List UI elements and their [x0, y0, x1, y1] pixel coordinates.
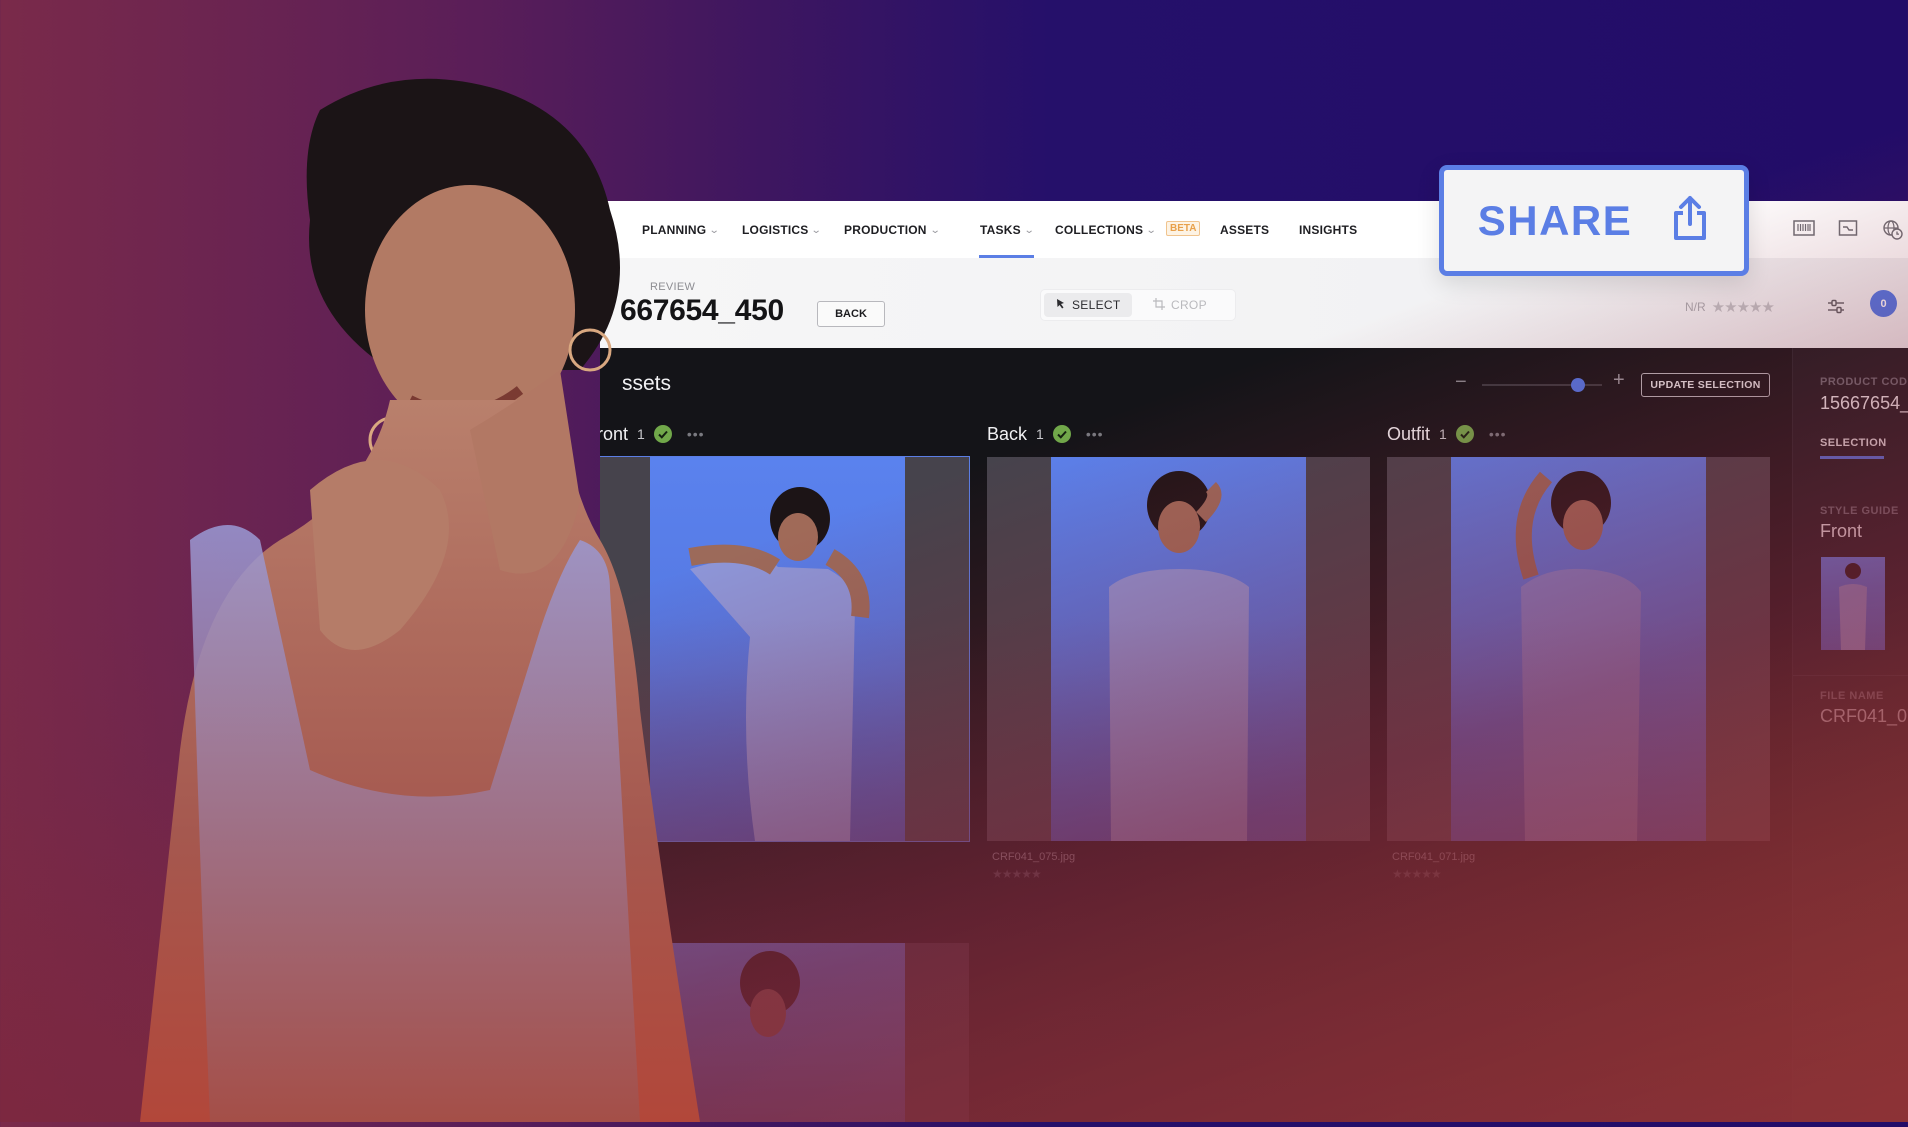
crop-mode-label: CROP	[1171, 298, 1207, 312]
select-mode-button[interactable]: SELECT	[1044, 293, 1133, 317]
file-star-rating[interactable]: ★★★★★	[987, 867, 1370, 881]
style-guide-value: Front	[1820, 521, 1863, 541]
crop-mode-button[interactable]: CROP	[1141, 293, 1219, 317]
nav-production[interactable]: PRODUCTION ⌄	[844, 223, 941, 237]
style-guide-label: STYLE GUIDE	[1820, 505, 1899, 517]
beta-badge: BETA	[1166, 221, 1201, 236]
column-name: Outfit	[1387, 423, 1431, 444]
asset-thumbnail[interactable]	[1387, 457, 1770, 841]
share-label: SHARE	[1477, 196, 1633, 244]
product-code-value: 15667654_	[1820, 393, 1908, 413]
app-window: PLANNING ⌄ LOGISTICS ⌄ PRODUCTION ⌄ TASKS ⌄ …	[600, 201, 1908, 1122]
zoom-out-button[interactable]: −	[1455, 371, 1467, 394]
barcode-icon[interactable]	[1793, 219, 1815, 239]
zoom-slider[interactable]	[1482, 378, 1602, 392]
chevron-down-icon: ⌄	[1023, 224, 1035, 236]
cursor-icon	[1056, 298, 1066, 312]
nav-label: TASKS	[980, 223, 1021, 237]
file-name-value: CRF041_07	[1820, 706, 1908, 726]
nav-label: ASSETS	[1220, 223, 1270, 237]
file-star-rating[interactable]: ★★★★★	[1387, 867, 1770, 881]
model-photo	[1451, 457, 1706, 841]
nav-label: INSIGHTS	[1299, 223, 1358, 237]
file-name: CRF041_075.jpg	[992, 851, 1076, 863]
divider	[1793, 675, 1908, 676]
nav-collections[interactable]: COLLECTIONS ⌄	[1055, 223, 1158, 237]
shipping-label-icon[interactable]	[1838, 219, 1860, 239]
model-photo	[1051, 457, 1306, 841]
nav-label: COLLECTIONS	[1055, 223, 1144, 237]
active-tab-indicator	[1820, 456, 1884, 459]
select-mode-label: SELECT	[1072, 298, 1121, 312]
crop-icon	[1153, 297, 1165, 313]
column-name: Back	[987, 423, 1028, 444]
update-selection-button[interactable]: UPDATE SELECTION	[1641, 373, 1770, 397]
hero-model-image	[140, 70, 780, 1122]
file-name: CRF041_071.jpg	[1392, 851, 1476, 863]
zoom-in-button[interactable]: +	[1613, 369, 1625, 392]
nav-tasks[interactable]: TASKS ⌄	[980, 223, 1035, 237]
zoom-slider-handle[interactable]	[1571, 378, 1585, 392]
approved-check-icon	[1455, 425, 1474, 443]
product-code-label: PRODUCT CODE	[1820, 376, 1908, 388]
share-upload-icon	[1670, 195, 1710, 246]
more-options-icon[interactable]: •••	[1489, 426, 1507, 442]
rating-label: N/R	[1685, 300, 1706, 314]
share-button[interactable]: SHARE	[1439, 165, 1749, 276]
chevron-down-icon: ⌄	[811, 224, 823, 236]
asset-thumbnail[interactable]	[987, 457, 1370, 841]
approved-check-icon	[1052, 425, 1071, 443]
column-count: 1	[1036, 426, 1044, 442]
style-guide-thumbnail[interactable]	[1821, 557, 1885, 650]
back-button[interactable]: BACK	[817, 301, 885, 327]
nav-label: PRODUCTION	[844, 223, 927, 237]
chevron-down-icon: ⌄	[929, 224, 941, 236]
nav-assets[interactable]: ASSETS	[1220, 223, 1269, 237]
mode-toggle: SELECT CROP	[1040, 289, 1236, 321]
more-options-icon[interactable]: •••	[1086, 426, 1104, 442]
asset-column-outfit: Outfit 1 ••• CRF041_071.jpg ★★★★★	[1387, 422, 1770, 881]
rating-widget[interactable]: N/R ★★★★★	[1685, 298, 1775, 316]
star-rating[interactable]: ★★★★★	[1712, 298, 1775, 316]
globe-clock-icon[interactable]	[1882, 219, 1904, 240]
sliders-icon[interactable]	[1825, 296, 1847, 318]
asset-column-back: Back 1 ••• CRF041_075.jpg ★★★★★	[987, 422, 1370, 881]
nav-insights[interactable]: INSIGHTS	[1299, 223, 1357, 237]
column-count: 1	[1439, 426, 1447, 442]
selection-count-badge[interactable]: 0	[1870, 290, 1897, 317]
tab-selection[interactable]: SELECTION	[1820, 437, 1887, 449]
details-panel: PRODUCT CODE 15667654_ SELECTION STYLE G…	[1792, 348, 1908, 1122]
file-name-label: FILE NAME	[1820, 690, 1884, 702]
chevron-down-icon: ⌄	[1145, 224, 1158, 236]
